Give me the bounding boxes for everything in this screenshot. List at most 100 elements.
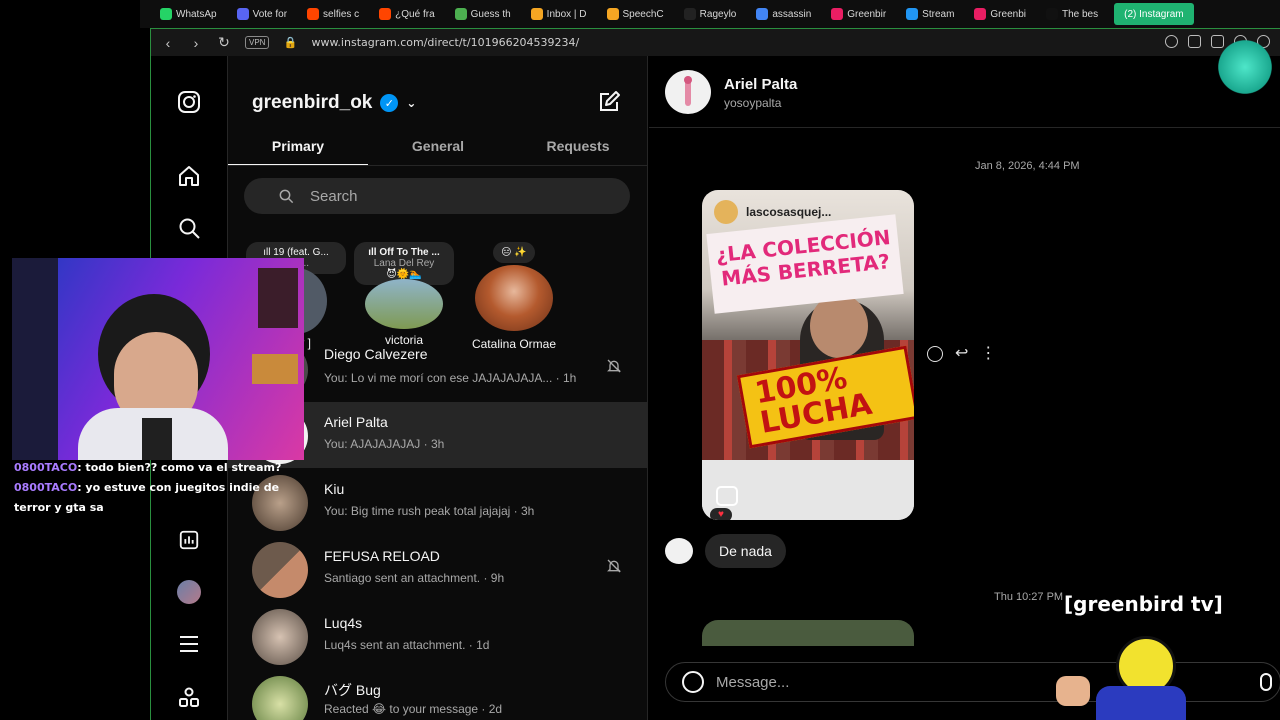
bird-logo-overlay [1214,36,1276,98]
reply-icon[interactable]: ↩ [955,346,968,362]
browser-tab[interactable]: Greenbir [827,3,890,25]
browser-tab-active[interactable]: (2) Instagram [1114,3,1194,25]
browser-tab-label: assassin [772,8,812,20]
profile-avatar[interactable] [175,578,203,606]
browser-tab-label: ¿Qué fra [395,8,435,20]
tab-favicon-icon [974,8,987,20]
chat-avatar[interactable] [665,70,711,114]
browser-tab-label: Greenbi [990,8,1026,20]
browser-tab[interactable]: Vote for [233,3,291,25]
tab-primary[interactable]: Primary [228,130,368,165]
muted-bell-icon [606,558,622,579]
tab-requests[interactable]: Requests [508,130,648,165]
conversation-preview: Reacted 😂 to your message · 2d [324,702,503,716]
shared-post-preview[interactable] [702,620,914,646]
tab-general[interactable]: General [368,130,508,165]
stream-chat-message: 0800TACO: yo estuve con juegitos indie d… [14,478,304,518]
zoom-icon[interactable] [1165,35,1178,48]
message-input[interactable]: Message... [716,674,789,691]
microphone-icon[interactable] [1260,673,1272,691]
browser-tab[interactable]: Inbox | D [527,3,591,25]
browser-tab[interactable]: WhatsAp [156,3,221,25]
tab-favicon-icon [454,8,467,20]
chat-username: yosoypalta [724,96,782,110]
browser-tab[interactable]: SpeechC [603,3,668,25]
back-icon[interactable]: ‹ [161,35,175,51]
apps-icon[interactable] [175,684,203,712]
conversation-item[interactable]: Luq4s Luq4s sent an attachment. · 1d [228,603,648,669]
browser-tab-label: Inbox | D [546,8,587,20]
instagram-logo-icon[interactable] [175,88,203,116]
search-placeholder: Search [310,187,358,205]
tab-favicon-icon [379,8,392,20]
note-bubble: ıll Off To The ... Lana Del Rey 😈🌞🏊 [354,242,454,285]
stream-chat-message: 0800TACO: todo bien?? como va el stream? [14,458,304,478]
chat-name[interactable]: Ariel Palta [724,76,797,93]
tab-favicon-icon [756,8,769,20]
conversation-preview: Luq4s sent an attachment. · 1d [324,638,490,652]
compose-icon[interactable] [597,90,621,119]
browser-tab[interactable]: Stream [902,3,958,25]
tab-favicon-icon [906,8,919,20]
timestamp: Jan 8, 2026, 4:44 PM [975,160,1080,172]
conversation-name: Diego Calvezere [324,346,428,362]
chat-text: : todo bien?? como va el stream? [77,461,282,474]
note-avatar [365,279,443,329]
conversation-preview: You: Big time rush peak total jajajaj · … [324,504,535,518]
note-title: ıll 19 (feat. G... [263,247,329,258]
avatar [252,609,308,665]
search-icon[interactable] [175,214,203,242]
conversation-name: Luq4s [324,615,363,631]
browser-tab[interactable]: selfies c [303,3,363,25]
search-input[interactable]: Search [244,178,630,214]
tab-favicon-icon [606,8,619,20]
conversation-name: Kiu [324,481,345,497]
tab-favicon-icon [1045,8,1058,20]
url-field[interactable]: www.instagram.com/direct/t/1019662045392… [311,36,579,49]
tab-favicon-icon [160,8,172,20]
browser-tab-label: SpeechC [622,8,664,20]
browser-tab[interactable]: assassin [752,3,815,25]
browser-tab-label: Guess th [470,8,511,20]
conversation-item[interactable]: バグ Bug Reacted 😂 to your message · 2d [228,670,648,720]
reel-avatar [714,200,738,224]
chat-header[interactable]: Ariel Palta yosoypalta [649,56,1280,128]
chat-panel: Ariel Palta yosoypalta Jan 8, 2026, 4:44… [649,56,1280,720]
note-item[interactable]: 😑 ✨ Catalina Ormae [464,242,564,351]
conversation-item[interactable]: FEFUSA RELOAD Santiago sent an attachmen… [228,536,648,602]
browser-tab[interactable]: Rageylo [680,3,741,25]
lock-icon[interactable]: 🔒 [283,36,298,49]
account-name: greenbird_ok [252,92,373,113]
menu-icon[interactable] [175,630,203,658]
reels-icon [716,486,738,506]
note-title: 😑 ✨ [501,247,527,258]
conversation-preview: You: AJAJAJAJAJ · 3h [324,437,445,451]
more-options-icon[interactable]: ⋮ [980,346,996,362]
inbox-tabs: Primary General Requests [228,130,648,166]
browser-tab[interactable]: ¿Qué fra [375,3,438,25]
conversation-name: Ariel Palta [324,414,388,430]
browser-tab[interactable]: Greenbi [970,3,1030,25]
emoji-react-icon[interactable] [927,346,943,362]
heart-reaction-icon[interactable]: ♥ [710,508,732,520]
account-switcher[interactable]: greenbird_ok ✓ ⌄ [252,92,416,114]
reload-icon[interactable]: ↻ [217,34,231,51]
note-item[interactable]: ıll Off To The ... Lana Del Rey 😈🌞🏊 vict… [354,242,454,347]
emoji-icon[interactable] [682,671,704,693]
browser-tab[interactable]: The bes [1042,3,1102,25]
home-icon[interactable] [175,162,203,190]
bookmark-icon[interactable] [1188,35,1201,48]
browser-tab-bar: WhatsAp Vote for selfies c ¿Qué fra Guess th… [140,0,1280,28]
verified-icon: ✓ [380,94,399,112]
tab-favicon-icon [831,8,844,20]
browser-tab[interactable]: Guess th [451,3,515,25]
browser-tab-label: WhatsAp [176,8,217,20]
note-title: ıll Off To The ... [368,247,440,258]
shared-reel[interactable]: lascosasquej... ¿LA COLECCIÓN MÁS BERRET… [702,190,914,520]
forward-icon[interactable]: › [189,35,203,51]
dashboard-icon[interactable] [175,526,203,554]
webcam-overlay [12,258,304,460]
stream-overlay-label: [greenbird tv] [1064,592,1223,616]
conversation-name: バグ Bug [324,682,381,698]
vpn-badge[interactable]: VPN [245,36,270,49]
